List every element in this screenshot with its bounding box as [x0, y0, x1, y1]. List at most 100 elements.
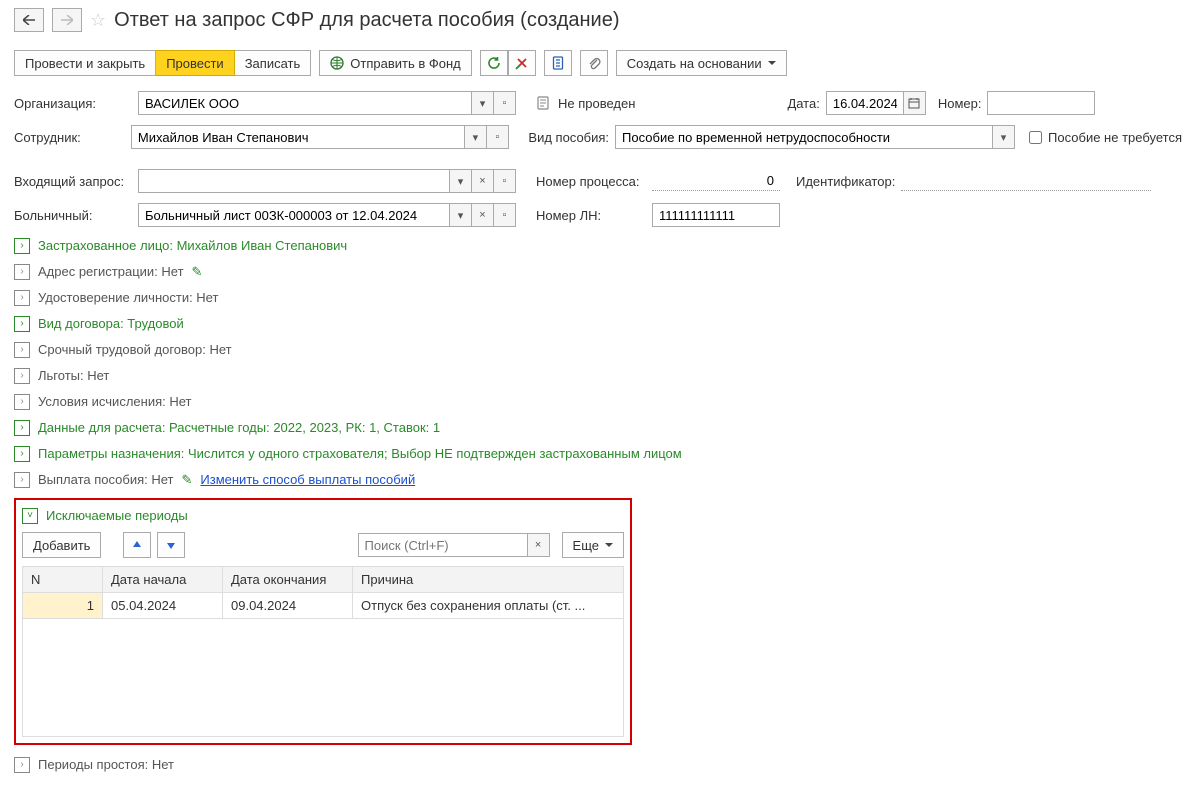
ln-number-label: Номер ЛН: [536, 208, 646, 223]
collapse-toggle-address[interactable]: › [14, 264, 30, 280]
send-to-fund-button[interactable]: Отправить в Фонд [319, 50, 471, 76]
more-label: Еще [573, 538, 599, 553]
row-employee: Сотрудник: ▾ ▫ Вид пособия: ▾ Пособие не… [14, 124, 1182, 150]
process-number-input[interactable] [652, 171, 780, 191]
employee-dropdown-button[interactable]: ▾ [465, 125, 487, 149]
collapse-assign-params: › Параметры назначения: Числится у одног… [14, 444, 1182, 464]
collapse-toggle-benefit-payment[interactable]: › [14, 472, 30, 488]
calendar-icon [908, 97, 920, 109]
collapse-benefit-payment: › Выплата пособия: Нет ✎ Изменить способ… [14, 470, 1182, 490]
create-based-label: Создать на основании [627, 56, 762, 71]
sick-list-input[interactable] [138, 203, 450, 227]
collapse-toggle-excluded-periods[interactable]: ˅ [22, 508, 38, 524]
move-up-button[interactable] [123, 532, 151, 558]
employee-combo: ▾ ▫ [131, 125, 509, 149]
document-button[interactable] [544, 50, 572, 76]
cell-end: 09.04.2024 [223, 593, 353, 619]
th-start[interactable]: Дата начала [103, 567, 223, 593]
search-clear-button[interactable]: × [528, 533, 550, 557]
post-and-close-button[interactable]: Провести и закрыть [14, 50, 156, 76]
favorite-star-icon[interactable]: ☆ [90, 10, 106, 31]
page-title: Ответ на запрос СФР для расчета пособия … [114, 9, 619, 32]
calc-conditions-text: Условия исчисления: Нет [38, 392, 191, 412]
collapse-excluded-periods: ˅ Исключаемые периоды [22, 506, 624, 526]
collapse-toggle-calc-conditions[interactable]: › [14, 394, 30, 410]
sick-list-label: Больничный: [14, 208, 132, 223]
collapse-toggle-assign-params[interactable]: › [14, 446, 30, 462]
edit-benefit-payment-icon[interactable]: ✎ [182, 470, 193, 490]
date-input[interactable] [826, 91, 904, 115]
sick-list-clear-button[interactable]: × [472, 203, 494, 227]
benefit-not-required-checkbox[interactable] [1029, 131, 1042, 144]
collapse-insured: › Застрахованное лицо: Михайлов Иван Сте… [14, 236, 1182, 256]
identifier-input[interactable] [901, 171, 1151, 191]
collapse-toggle-benefits[interactable]: › [14, 368, 30, 384]
create-based-button[interactable]: Создать на основании [616, 50, 787, 76]
benefit-not-required-label: Пособие не требуется [1048, 130, 1182, 145]
incoming-request-clear-button[interactable]: × [472, 169, 494, 193]
identifier-label: Идентификатор: [796, 174, 895, 189]
clear-button[interactable] [508, 50, 536, 76]
collapse-toggle-idle-periods[interactable]: › [14, 757, 30, 773]
change-payment-link[interactable]: Изменить способ выплаты пособий [200, 470, 415, 490]
date-picker-button[interactable] [904, 91, 926, 115]
org-input[interactable] [138, 91, 472, 115]
move-down-button[interactable] [157, 532, 185, 558]
search-input[interactable] [358, 533, 528, 557]
benefit-payment-text: Выплата пособия: Нет [38, 470, 174, 490]
nav-forward-button[interactable] [52, 8, 82, 32]
row-incoming: Входящий запрос: ▾ × ▫ Номер процесса: И… [14, 168, 1182, 194]
th-end[interactable]: Дата окончания [223, 567, 353, 593]
th-reason[interactable]: Причина [353, 567, 624, 593]
benefit-type-input[interactable] [615, 125, 993, 149]
sick-list-combo: ▾ × ▫ [138, 203, 516, 227]
more-button[interactable]: Еще [562, 532, 624, 558]
th-n[interactable]: N [23, 567, 103, 593]
org-open-button[interactable]: ▫ [494, 91, 516, 115]
date-label: Дата: [787, 96, 819, 111]
address-text: Адрес регистрации: Нет [38, 262, 184, 282]
collapse-toggle-fixed-term[interactable]: › [14, 342, 30, 358]
collapse-toggle-identity[interactable]: › [14, 290, 30, 306]
org-dropdown-button[interactable]: ▾ [472, 91, 494, 115]
incoming-request-combo: ▾ × ▫ [138, 169, 516, 193]
row-sicklist: Больничный: ▾ × ▫ Номер ЛН: [14, 202, 1182, 228]
sick-list-dropdown-button[interactable]: ▾ [450, 203, 472, 227]
refresh-button[interactable] [480, 50, 508, 76]
collapse-address: › Адрес регистрации: Нет ✎ [14, 262, 1182, 282]
write-button[interactable]: Записать [235, 50, 312, 76]
collapse-toggle-insured[interactable]: › [14, 238, 30, 254]
incoming-request-dropdown-button[interactable]: ▾ [450, 169, 472, 193]
incoming-request-input[interactable] [138, 169, 450, 193]
date-combo [826, 91, 926, 115]
ln-number-input[interactable] [652, 203, 780, 227]
collapse-toggle-contract-type[interactable]: › [14, 316, 30, 332]
assign-params-text: Параметры назначения: Числится у одного … [38, 444, 682, 464]
row-org: Организация: ▾ ▫ Не проведен Дата: Номер… [14, 90, 1182, 116]
table-row[interactable]: 1 05.04.2024 09.04.2024 Отпуск без сохра… [23, 593, 624, 619]
collapse-benefits: › Льготы: Нет [14, 366, 1182, 386]
sick-list-open-button[interactable]: ▫ [494, 203, 516, 227]
collapse-fixed-term: › Срочный трудовой договор: Нет [14, 340, 1182, 360]
number-input[interactable] [987, 91, 1095, 115]
add-row-button[interactable]: Добавить [22, 532, 101, 558]
nav-back-button[interactable] [14, 8, 44, 32]
process-number-label: Номер процесса: [536, 174, 646, 189]
collapse-idle-periods: › Периоды простоя: Нет [14, 755, 1182, 775]
employee-open-button[interactable]: ▫ [487, 125, 509, 149]
attach-button[interactable] [580, 50, 608, 76]
calc-data-text: Данные для расчета: Расчетные годы: 2022… [38, 418, 440, 438]
search-combo: × [358, 533, 550, 557]
table-empty-row [23, 619, 624, 737]
collapse-toggle-calc-data[interactable]: › [14, 420, 30, 436]
org-label: Организация: [14, 96, 132, 111]
post-button[interactable]: Провести [156, 50, 235, 76]
collapse-calc-data: › Данные для расчета: Расчетные годы: 20… [14, 418, 1182, 438]
header-row: ☆ Ответ на запрос СФР для расчета пособи… [14, 8, 1182, 32]
edit-address-icon[interactable]: ✎ [192, 262, 203, 282]
benefit-type-dropdown-button[interactable]: ▾ [993, 125, 1015, 149]
employee-input[interactable] [131, 125, 465, 149]
globe-icon [330, 56, 344, 70]
posted-status: Не проведен [558, 96, 635, 111]
incoming-request-open-button[interactable]: ▫ [494, 169, 516, 193]
